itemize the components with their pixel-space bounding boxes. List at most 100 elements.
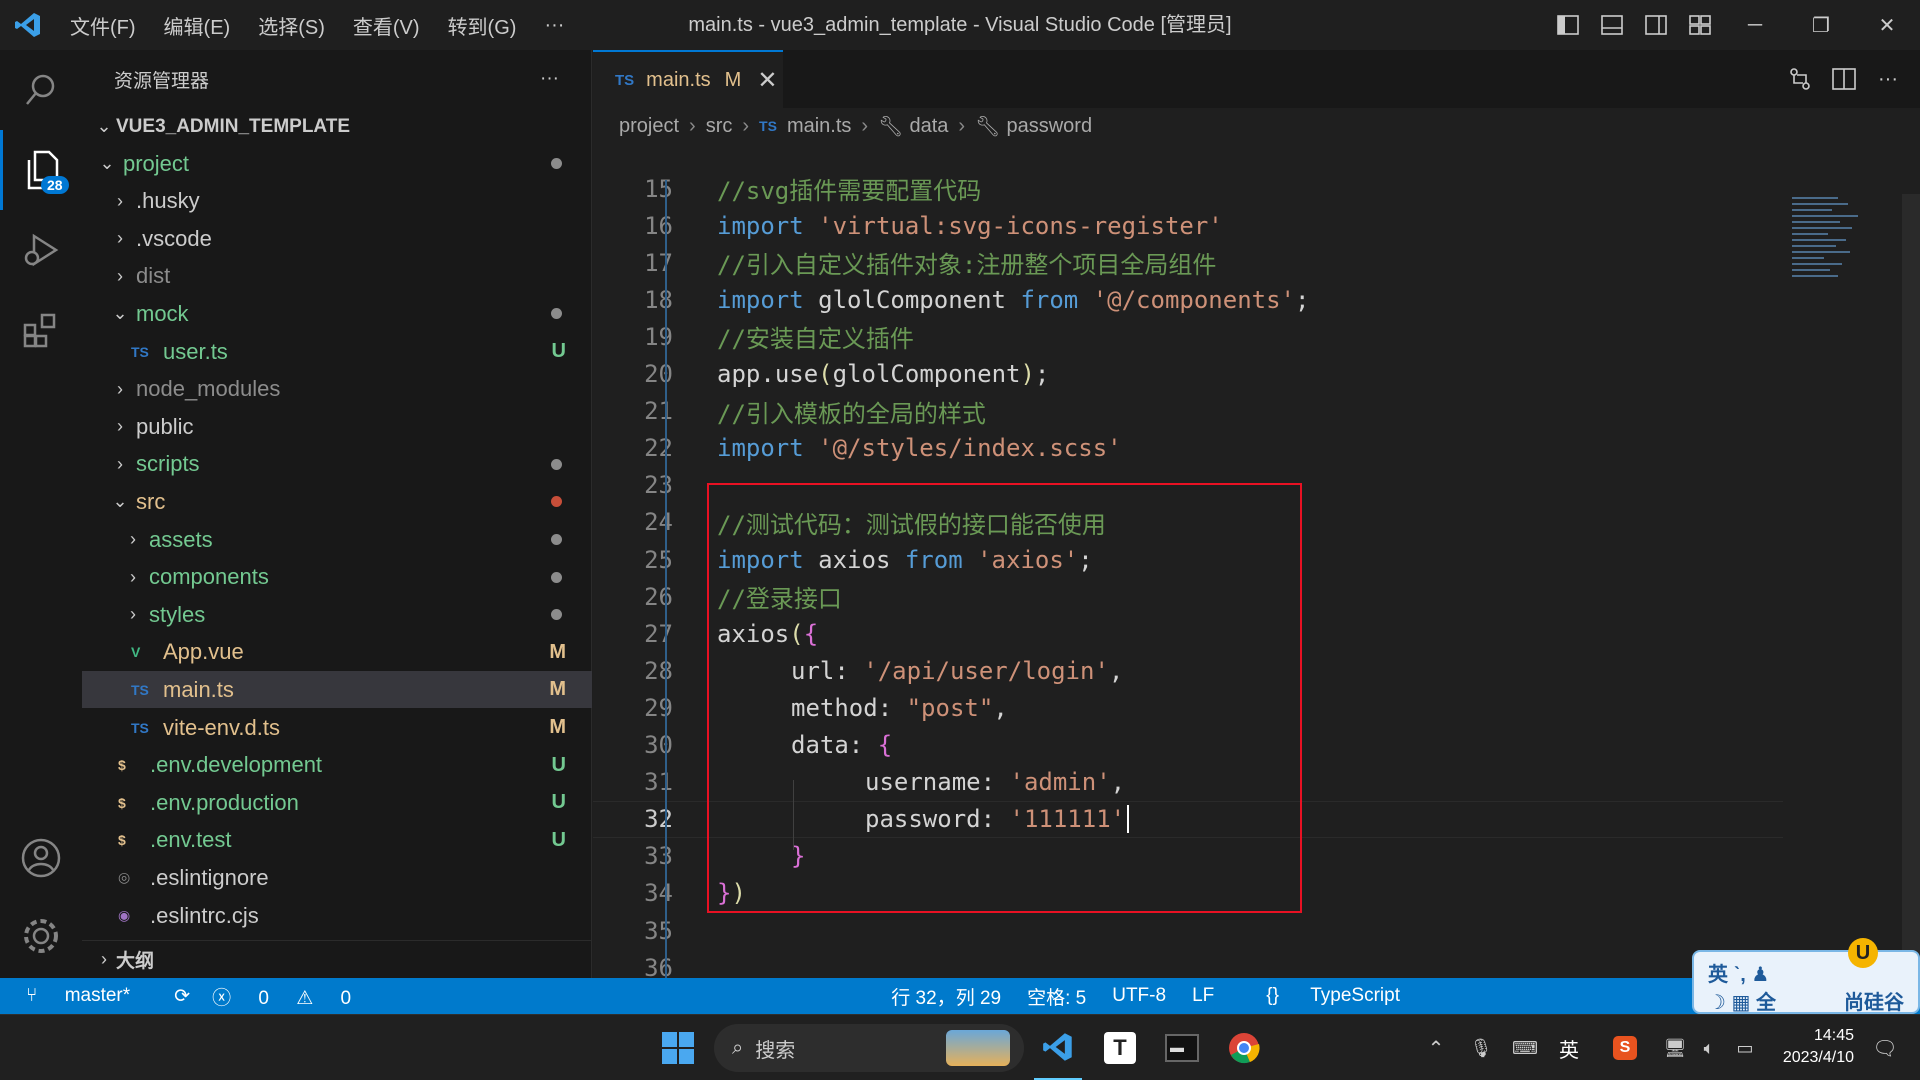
battery-icon[interactable]: ▭ bbox=[1728, 1015, 1762, 1080]
tree-file[interactable]: TS user.ts U bbox=[82, 333, 592, 370]
tree-folder[interactable]: › assets bbox=[82, 521, 592, 558]
more-actions-icon[interactable]: ··· bbox=[1866, 68, 1910, 91]
extensions-icon[interactable] bbox=[0, 290, 82, 370]
toggle-panel-icon[interactable] bbox=[1590, 0, 1634, 50]
git-branch[interactable]: ⑂ master* bbox=[26, 985, 152, 1007]
system-clock[interactable]: 14:45 2023/4/10 bbox=[1783, 1025, 1854, 1069]
tree-folder[interactable]: ⌄ src bbox=[82, 483, 592, 520]
indent-guide bbox=[665, 180, 667, 978]
explorer-title: 资源管理器 bbox=[114, 70, 210, 92]
tree-folder[interactable]: › components bbox=[82, 559, 592, 596]
minimap[interactable] bbox=[1788, 194, 1874, 314]
network-icon[interactable]: 🖥︎ bbox=[1660, 1015, 1690, 1080]
code-line[interactable]: 19 //安装自定义插件 bbox=[593, 318, 1793, 355]
tree-folder[interactable]: › dist bbox=[82, 258, 592, 295]
tree-folder[interactable]: › public bbox=[82, 408, 592, 445]
breadcrumb-item[interactable]: data bbox=[909, 115, 948, 138]
tree-folder[interactable]: › node_modules bbox=[82, 371, 592, 408]
tree-file[interactable]: $ .env.test U bbox=[82, 822, 592, 859]
sogou-input-icon[interactable]: S bbox=[1608, 1015, 1642, 1080]
indentation[interactable]: 空格: 5 bbox=[1027, 983, 1086, 1010]
menu-go[interactable]: 转到(G) bbox=[434, 11, 531, 40]
code-line[interactable]: 35 bbox=[593, 912, 1793, 949]
explorer-icon[interactable]: 28 bbox=[0, 130, 82, 210]
tree-item-label: dist bbox=[136, 263, 171, 289]
run-debug-icon[interactable] bbox=[0, 210, 82, 290]
chrome-taskbar-icon[interactable] bbox=[1220, 1015, 1268, 1080]
breadcrumb-item[interactable]: project bbox=[619, 115, 679, 138]
tree-folder[interactable]: › .husky bbox=[82, 183, 592, 220]
menu-more[interactable]: ··· bbox=[530, 14, 578, 37]
close-tab-icon[interactable]: ✕ bbox=[757, 66, 777, 95]
customize-layout-icon[interactable] bbox=[1678, 0, 1722, 50]
tree-file[interactable]: TS main.ts M bbox=[82, 671, 592, 709]
volume-icon[interactable]: 🔈︎ bbox=[1694, 1015, 1724, 1080]
tree-file[interactable]: ◎ .eslintignore bbox=[82, 859, 592, 896]
toggle-sidebar-icon[interactable] bbox=[1546, 0, 1590, 50]
cursor-position[interactable]: 行 32，列 29 bbox=[891, 983, 1001, 1010]
tree-file[interactable]: TS vite-env.d.ts M bbox=[82, 709, 592, 746]
taskbar-search[interactable]: ⌕ 搜索 bbox=[714, 1024, 1024, 1072]
problems-indicator[interactable]: ⓧ 0 ⚠ 0 bbox=[212, 983, 373, 1010]
ime-toolbar[interactable]: 英 ˋ, ♟ ☽ ▦ 全 尚硅谷 U bbox=[1692, 938, 1920, 1014]
breadcrumb-item[interactable]: password bbox=[1006, 115, 1092, 138]
tree-file[interactable]: $ .env.production U bbox=[82, 784, 592, 821]
code-line[interactable]: 17 //引入自定义插件对象:注册整个项目全局组件 bbox=[593, 244, 1793, 281]
tab-main-ts[interactable]: TS main.ts M ✕ bbox=[593, 50, 783, 108]
code-text: import 'virtual:svg-icons-register' bbox=[717, 211, 1223, 240]
tree-file[interactable]: $ .env.development U bbox=[82, 747, 592, 784]
terminal-taskbar-icon[interactable]: ▬ bbox=[1158, 1015, 1206, 1080]
code-text: import '@/styles/index.scss' bbox=[717, 434, 1122, 463]
typora-taskbar-icon[interactable]: T bbox=[1096, 1015, 1144, 1080]
code-line[interactable]: 16 import 'virtual:svg-icons-register' bbox=[593, 207, 1793, 244]
sync-icon[interactable]: ⟳ bbox=[174, 985, 190, 1008]
account-icon[interactable] bbox=[0, 818, 82, 898]
tree-folder[interactable]: › .vscode bbox=[82, 220, 592, 257]
menu-file[interactable]: 文件(F) bbox=[56, 11, 150, 40]
breadcrumb-item[interactable]: src bbox=[706, 115, 733, 138]
code-line[interactable]: 18 import glolComponent from '@/component… bbox=[593, 281, 1793, 318]
open-changes-icon[interactable] bbox=[1778, 67, 1822, 91]
code-line[interactable]: 21 //引入模板的全局的样式 bbox=[593, 393, 1793, 430]
menu-selection[interactable]: 选择(S) bbox=[244, 11, 339, 40]
menu-edit[interactable]: 编辑(E) bbox=[150, 11, 245, 40]
chevron-up-icon[interactable]: ⌃ bbox=[1418, 1015, 1454, 1080]
file-type-icon: $ bbox=[118, 832, 126, 849]
tree-item-label: vite-env.d.ts bbox=[163, 714, 280, 740]
search-icon[interactable] bbox=[0, 50, 82, 130]
encoding[interactable]: UTF-8 bbox=[1112, 985, 1166, 1007]
microphone-icon[interactable]: 🎙︎ bbox=[1464, 1015, 1498, 1080]
tree-file[interactable]: V App.vue M bbox=[82, 634, 592, 671]
vscode-taskbar-icon[interactable] bbox=[1034, 1015, 1082, 1080]
minimize-icon[interactable]: ─ bbox=[1722, 0, 1788, 50]
editor-scrollbar[interactable] bbox=[1902, 194, 1920, 978]
keyboard-icon[interactable]: ⌨ bbox=[1508, 1015, 1542, 1080]
tree-folder[interactable]: ⌄ project bbox=[82, 145, 592, 182]
menu-view[interactable]: 查看(V) bbox=[339, 11, 434, 40]
code-line[interactable]: 20 app.use(glolComponent); bbox=[593, 356, 1793, 393]
tree-folder[interactable]: › scripts bbox=[82, 446, 592, 483]
code-line[interactable]: 15 //svg插件需要配置代码 bbox=[593, 170, 1793, 207]
toggle-secondary-sidebar-icon[interactable] bbox=[1634, 0, 1678, 50]
tree-item-label: .eslintrc.cjs bbox=[150, 902, 259, 928]
code-line[interactable]: 22 import '@/styles/index.scss' bbox=[593, 430, 1793, 467]
tree-folder[interactable]: ⌄ mock bbox=[82, 295, 592, 332]
breadcrumb-item[interactable]: main.ts bbox=[787, 115, 851, 138]
split-editor-icon[interactable] bbox=[1822, 68, 1866, 90]
workspace-root[interactable]: ⌄ VUE3_ADMIN_TEMPLATE bbox=[82, 108, 592, 145]
line-number: 15 bbox=[644, 174, 673, 203]
restore-icon[interactable]: ❐ bbox=[1788, 0, 1854, 50]
git-status-badge: U bbox=[551, 753, 566, 776]
line-ending[interactable]: LF bbox=[1192, 985, 1214, 1007]
notification-icon[interactable]: 🗨︎ bbox=[1868, 1015, 1902, 1080]
outline-section[interactable]: › 大纲 bbox=[82, 940, 592, 977]
explorer-more-icon[interactable]: ··· bbox=[540, 68, 559, 90]
windows-start-icon[interactable] bbox=[656, 1015, 700, 1080]
settings-gear-icon[interactable] bbox=[0, 896, 82, 976]
tree-folder[interactable]: › styles bbox=[82, 596, 592, 633]
language-mode[interactable]: {} TypeScript bbox=[1240, 985, 1400, 1007]
tree-file[interactable]: ◉ .eslintrc.cjs bbox=[82, 897, 592, 934]
chevron-down-icon: ⌄ bbox=[112, 303, 128, 324]
input-language[interactable]: 英 bbox=[1552, 1015, 1586, 1080]
close-window-icon[interactable]: ✕ bbox=[1854, 0, 1920, 50]
